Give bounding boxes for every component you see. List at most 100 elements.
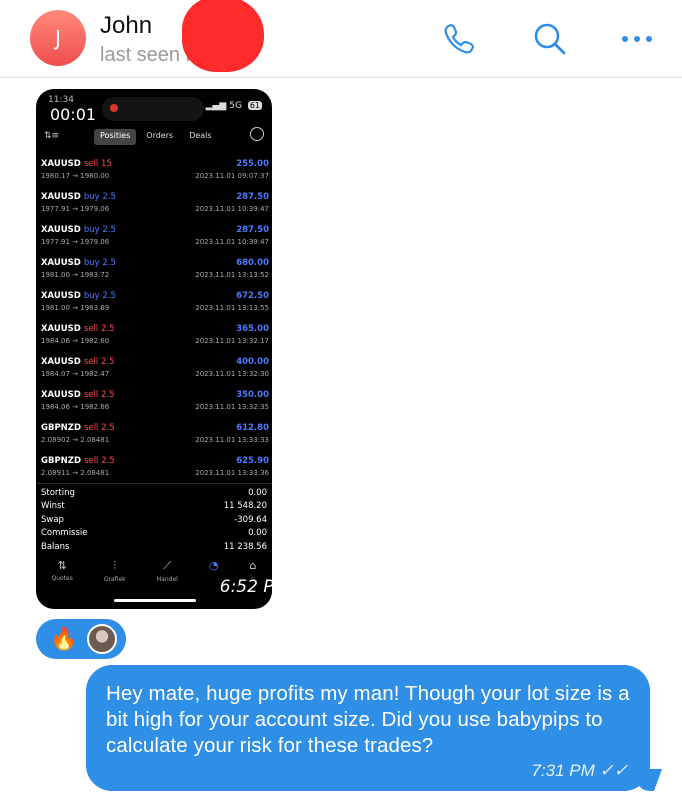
trade-profit: 612.80	[236, 423, 269, 433]
trade-profit: 365.00	[236, 324, 269, 334]
outgoing-message[interactable]: Hey mate, huge profits my man! Though yo…	[86, 665, 650, 791]
trade-symbol: XAUUSD sell 2.5	[41, 357, 115, 367]
trade-side: sell 2.5	[84, 456, 115, 466]
summary-row: Storting 0.00	[41, 488, 267, 498]
trade-symbol: XAUUSD buy 2.5	[41, 291, 116, 301]
trade-row: XAUUSD sell 2.5 1984.07 → 1982.47 400.00 202…	[41, 357, 269, 390]
history-icon: ◔	[208, 559, 219, 572]
trade-symbol: XAUUSD buy 2.5	[41, 258, 116, 268]
trade-prices: 1977.91 → 1979.06	[41, 205, 110, 213]
trade-prices: 1977.91 → 1979.06	[41, 238, 110, 246]
trade-symbol: XAUUSD buy 2.5	[41, 225, 116, 235]
trade-symbol: XAUUSD sell 2.5	[41, 390, 115, 400]
trade-date: 2023.11.01 13:13:52	[195, 271, 269, 279]
trade-profit: 350.00	[236, 390, 269, 400]
trade-date: 2023.11.01 09:07:37	[195, 172, 269, 180]
tab-positions: Posities	[94, 129, 137, 145]
record-dot-icon	[110, 104, 118, 112]
trade-symbol: GBPNZD sell 2.5	[41, 423, 115, 433]
trade-symbol: XAUUSD sell 15	[41, 159, 112, 169]
trade-date: 2023.11.01 13:33:36	[195, 469, 269, 477]
message-meta: 7:31 PM ✓✓	[531, 761, 628, 781]
summary-row: Balans 11 238.56	[41, 541, 267, 552]
tab-orders: Orders	[146, 131, 174, 140]
trade-row: GBPNZD sell 2.5 2.08902 → 2.08481 612.80 202…	[41, 423, 269, 456]
trade-row: XAUUSD sell 2.5 1984.06 → 1982.60 365.00 202…	[41, 324, 269, 357]
quotes-icon: ⇅	[57, 559, 67, 572]
trade-profit: 400.00	[236, 357, 269, 367]
trade-side: buy 2.5	[83, 258, 116, 268]
battery-icon: 61	[247, 101, 262, 110]
trade-row: XAUUSD sell 2.5 1984.06 → 1982.66 350.00 202…	[41, 390, 269, 423]
trade-prices: 1981.00 → 1983.72	[41, 271, 110, 279]
trade-date: 2023.11.01 13:13:55	[195, 304, 269, 312]
trade-row: XAUUSD sell 15 1980.17 → 1980.00 255.00 2023…	[41, 159, 269, 192]
search-icon[interactable]	[530, 20, 568, 58]
trade-prices: 1980.17 → 1980.00	[41, 172, 110, 180]
tab-deals: Deals	[189, 131, 212, 140]
sort-icon: ⇅≡	[44, 131, 60, 141]
trade-profit: 625.90	[236, 456, 269, 466]
trade-side: sell 2.5	[83, 357, 115, 367]
signal-icon: ▂▄▆	[205, 101, 227, 111]
read-receipt-icon: ✓✓	[599, 761, 629, 780]
trade-prices: 2.08902 → 2.08481	[41, 436, 110, 444]
summary-row: Swap -309.64	[41, 514, 267, 525]
chat-area: 11:34 00:01 ▂▄▆ 5G 61 ⇅≡ Posities Orders…	[0, 79, 682, 800]
trade-date: 2023.11.01 10:39:47	[195, 205, 269, 213]
nav-trade: ⟋ Handel	[156, 559, 178, 583]
trade-symbol: XAUUSD sell 2.5	[41, 324, 115, 334]
trade-row: XAUUSD buy 2.5 1977.91 → 1979.06 287.50 2023…	[41, 225, 269, 258]
trade-prices: 1984.06 → 1982.66	[41, 403, 110, 411]
trade-date: 2023.11.01 13:32:30	[195, 370, 269, 378]
network-label: 5G	[229, 101, 242, 111]
fire-emoji-icon: 🔥	[50, 626, 78, 651]
trade-profit: 255.00	[236, 159, 269, 169]
trade-profit: 672.50	[236, 291, 269, 301]
trade-date: 2023.11.01 13:32:35	[195, 403, 269, 411]
trade-side: sell 2.5	[84, 423, 115, 433]
settings-icon: ⌂	[249, 559, 257, 572]
trade-date: 2023.11.01 13:33:33	[195, 436, 269, 444]
trade-profit: 287.50	[236, 192, 269, 202]
nav-chart: ⫶ Grafiek	[103, 559, 126, 583]
more-icon[interactable]	[618, 20, 656, 58]
trade-prices: 1984.07 → 1982.47	[41, 370, 110, 378]
trade-row: XAUUSD buy 2.5 1981.00 → 1983.69 672.50 2023…	[41, 291, 269, 324]
trade-date: 2023.11.01 10:39:47	[195, 238, 269, 246]
reactor-avatar	[87, 624, 118, 654]
phone-icon[interactable]	[440, 20, 478, 58]
trade-row: XAUUSD buy 2.5 1977.91 → 1979.06 287.50 2023…	[41, 192, 269, 225]
chart-icon: ⫶	[113, 559, 117, 572]
chat-header: J John last seen ntly	[0, 0, 682, 78]
message-timestamp: 6:52 PM	[212, 573, 272, 601]
trade-icon: ⟋	[163, 559, 172, 572]
trade-symbol: GBPNZD sell 2.5	[41, 456, 115, 466]
trade-side: buy 2.5	[83, 291, 116, 301]
photo-message[interactable]: 11:34 00:01 ▂▄▆ 5G 61 ⇅≡ Posities Orders…	[36, 89, 272, 609]
trade-side: buy 2.5	[83, 225, 116, 235]
nav-quotes: ⇅ Quotes	[51, 559, 73, 582]
phone-status-time: 11:34	[48, 95, 74, 105]
summary-row: Winst 11 548.20	[41, 501, 267, 512]
reactions-pill[interactable]: 🔥	[36, 619, 126, 659]
trade-prices: 2.08911 → 2.08481	[41, 469, 110, 477]
trade-profit: 287.50	[236, 225, 269, 235]
trade-row: XAUUSD buy 2.5 1981.00 → 1983.72 680.00 2023…	[41, 258, 269, 291]
trade-prices: 1984.06 → 1982.60	[41, 337, 110, 345]
home-indicator	[114, 599, 196, 602]
account-summary: Storting 0.00 Winst 11 548.20 Swap -309.64 …	[36, 483, 272, 555]
recording-timer: 00:01	[50, 105, 97, 124]
trade-prices: 1981.00 → 1983.69	[41, 304, 110, 312]
message-time: 7:31 PM	[531, 761, 595, 780]
trade-tabs: Posities Orders Deals	[94, 129, 218, 145]
trade-date: 2023.11.01 13:32:17	[195, 337, 269, 345]
summary-row: Commissie 0.00	[41, 528, 267, 539]
redaction-mark	[182, 0, 264, 72]
contact-name[interactable]: John	[100, 12, 152, 40]
trade-side: sell 15	[83, 159, 112, 169]
avatar[interactable]: J	[30, 10, 86, 66]
message-text: Hey mate, huge profits my man! Though yo…	[106, 682, 630, 757]
trade-side: sell 2.5	[83, 324, 115, 334]
clock-icon	[250, 127, 264, 141]
